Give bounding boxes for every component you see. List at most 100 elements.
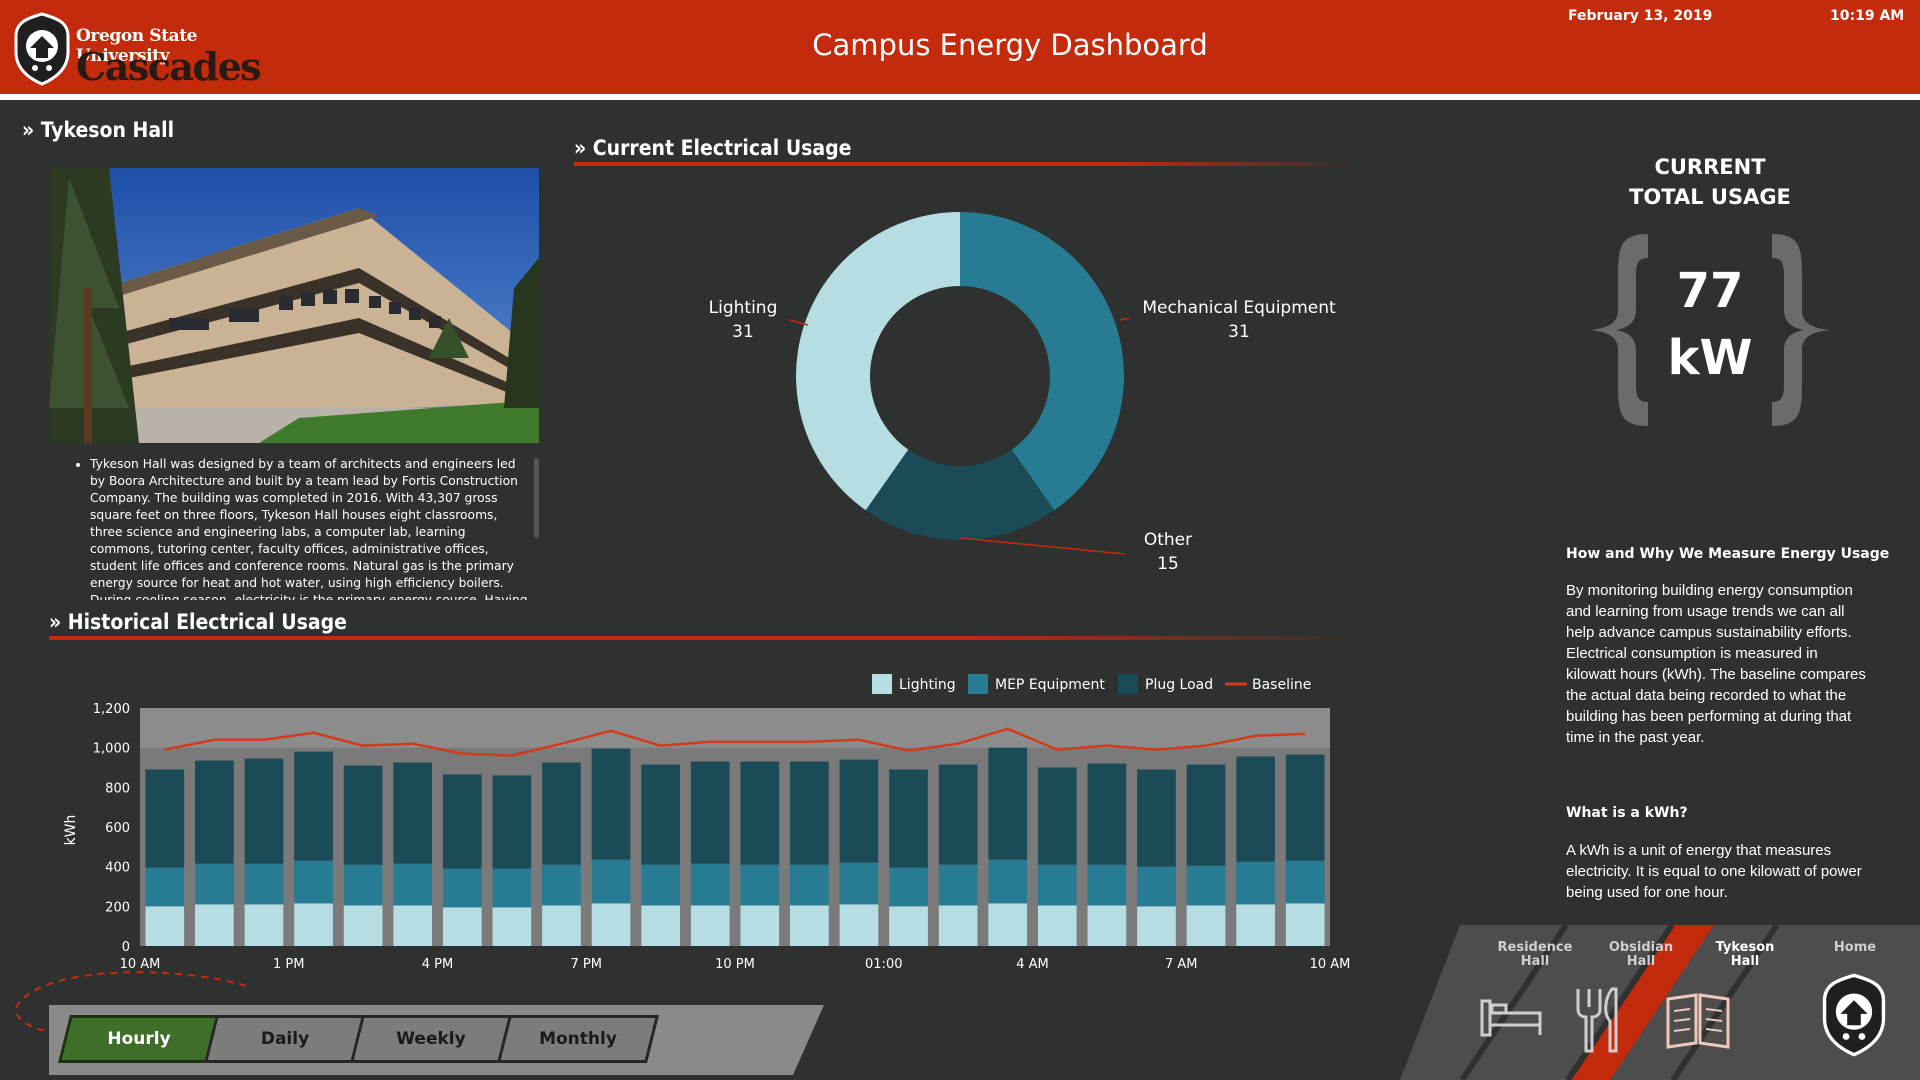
chart-legend: Lighting MEP Equipment Plug Load Baselin… [872, 674, 1311, 694]
bar-plug-load[interactable] [393, 762, 433, 864]
bar-plug-load[interactable] [1037, 767, 1077, 865]
bar-lighting[interactable] [1037, 905, 1077, 946]
bar-lighting[interactable] [393, 905, 433, 946]
bar-mep[interactable] [839, 862, 879, 905]
bar-mep[interactable] [740, 864, 780, 906]
bar-plug-load[interactable] [542, 762, 581, 865]
lighting-label: Lighting [708, 298, 778, 318]
bar-lighting[interactable] [690, 905, 730, 946]
bar-plug-load[interactable] [591, 748, 631, 860]
bar-lighting[interactable] [889, 906, 928, 946]
donut-label-lighting: Lighting 31 [700, 296, 786, 344]
bar-lighting[interactable] [1236, 904, 1275, 946]
total-usage-title: CURRENT TOTAL USAGE [1600, 152, 1820, 212]
bar-plug-load[interactable] [195, 760, 234, 864]
bar-mep[interactable] [195, 863, 234, 905]
bar-lighting[interactable] [591, 903, 631, 946]
bar-lighting[interactable] [1186, 905, 1226, 946]
bar-lighting[interactable] [244, 904, 284, 946]
bar-plug-load[interactable] [1186, 764, 1226, 866]
bar-plug-load[interactable] [442, 774, 482, 869]
bar-mep[interactable] [1087, 864, 1127, 906]
x-tick-label: 4 AM [1016, 957, 1049, 972]
bar-lighting[interactable] [790, 905, 829, 946]
bar-mep[interactable] [1186, 865, 1226, 906]
current-date: February 13, 2019 [1568, 8, 1713, 24]
weekly-label: Weekly [396, 1029, 466, 1049]
bar-lighting[interactable] [740, 905, 780, 946]
description-scrollbar[interactable] [534, 458, 539, 538]
current-time: 10:19 AM [1830, 8, 1905, 24]
y-tick-label: 0 [122, 940, 130, 955]
bar-mep[interactable] [393, 863, 433, 906]
monthly-button[interactable]: Monthly [497, 1015, 659, 1063]
x-tick-label: 1 PM [273, 957, 304, 972]
bar-plug-load[interactable] [1087, 763, 1127, 865]
bar-mep[interactable] [889, 867, 928, 907]
bar-lighting[interactable] [988, 903, 1028, 946]
total-usage-unit: kW [1667, 330, 1753, 386]
bar-mep[interactable] [1285, 860, 1325, 904]
total-title-line2: TOTAL USAGE [1629, 185, 1791, 209]
bar-mep[interactable] [1037, 864, 1077, 906]
bar-lighting[interactable] [195, 904, 234, 946]
bar-lighting[interactable] [1137, 906, 1176, 946]
osu-seal-home-icon [1822, 973, 1886, 1057]
bar-mep[interactable] [1236, 861, 1275, 905]
bar-mep[interactable] [145, 867, 185, 907]
bar-mep[interactable] [294, 860, 333, 904]
hourly-label: Hourly [107, 1029, 171, 1049]
bar-plug-load[interactable] [641, 764, 680, 865]
bar-mep[interactable] [442, 868, 482, 908]
bar-lighting[interactable] [1087, 905, 1127, 946]
bar-lighting[interactable] [343, 905, 383, 946]
bar-plug-load[interactable] [740, 761, 780, 865]
daily-button[interactable]: Daily [204, 1015, 366, 1063]
bar-lighting[interactable] [839, 904, 879, 946]
bar-plug-load[interactable] [790, 761, 829, 865]
bar-mep[interactable] [542, 864, 581, 906]
bar-mep[interactable] [1137, 866, 1176, 907]
bar-lighting[interactable] [1285, 903, 1325, 946]
bed-icon [1480, 999, 1542, 1037]
bar-plug-load[interactable] [938, 764, 978, 865]
x-tick-label: 7 AM [1165, 957, 1198, 972]
bar-plug-load[interactable] [244, 758, 284, 864]
bar-mep[interactable] [988, 859, 1028, 904]
bar-lighting[interactable] [938, 905, 978, 946]
bar-mep[interactable] [244, 863, 284, 905]
bar-plug-load[interactable] [889, 769, 928, 868]
bar-lighting[interactable] [294, 903, 333, 946]
mechanical-label: Mechanical Equipment [1142, 298, 1336, 318]
bar-mep[interactable] [343, 864, 383, 906]
other-label: Other [1143, 530, 1193, 550]
bar-mep[interactable] [492, 868, 532, 908]
y-tick-label: 800 [105, 781, 130, 796]
bar-plug-load[interactable] [294, 751, 333, 861]
bar-mep[interactable] [591, 859, 631, 904]
y-tick-label: 200 [105, 900, 130, 915]
nav-home[interactable]: Home [1790, 925, 1920, 1080]
bar-plug-load[interactable] [343, 765, 383, 865]
bar-mep[interactable] [790, 864, 829, 906]
bar-lighting[interactable] [492, 907, 532, 946]
bar-lighting[interactable] [641, 905, 680, 946]
bar-plug-load[interactable] [988, 747, 1028, 860]
weekly-button[interactable]: Weekly [350, 1015, 512, 1063]
bar-mep[interactable] [690, 863, 730, 906]
bar-plug-load[interactable] [690, 761, 730, 864]
legend-mep: MEP Equipment [995, 677, 1105, 693]
fork-knife-icon [1576, 987, 1618, 1053]
bar-plug-load[interactable] [1236, 756, 1275, 862]
bar-lighting[interactable] [442, 907, 482, 946]
bar-plug-load[interactable] [1137, 769, 1176, 867]
bar-mep[interactable] [938, 864, 978, 906]
bar-lighting[interactable] [542, 905, 581, 946]
hourly-button[interactable]: Hourly [58, 1015, 220, 1063]
bar-plug-load[interactable] [839, 759, 879, 863]
bar-plug-load[interactable] [1285, 754, 1325, 861]
bar-mep[interactable] [641, 864, 680, 906]
bar-lighting[interactable] [145, 906, 185, 946]
bar-plug-load[interactable] [145, 769, 185, 868]
bar-plug-load[interactable] [492, 775, 532, 869]
